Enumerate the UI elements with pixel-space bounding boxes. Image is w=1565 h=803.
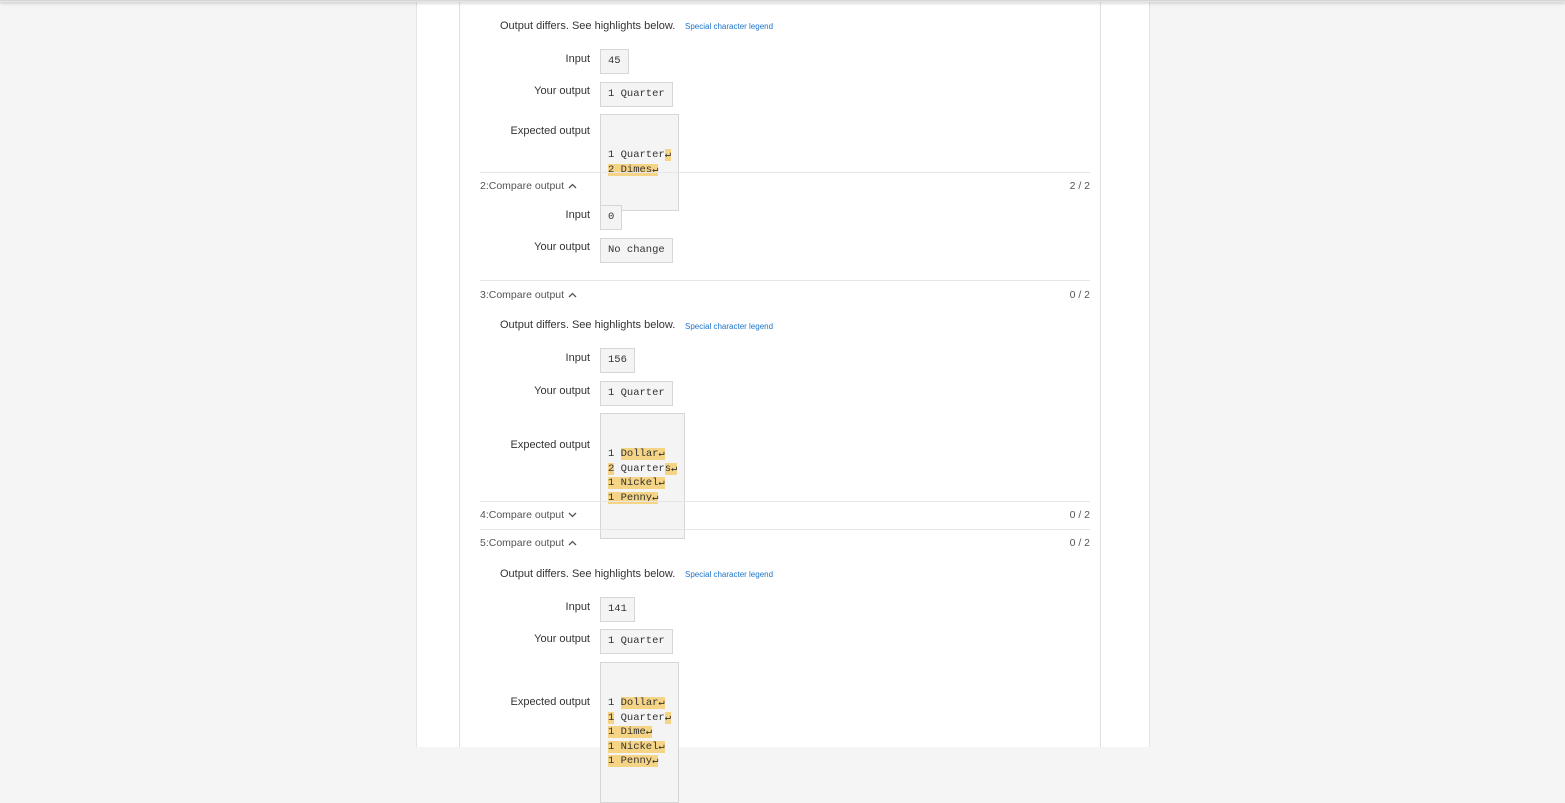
your-output-value: 1 Quarter [600,82,673,107]
input-value: 45 [600,49,629,74]
expected-line: 1 Penny↵ [608,755,659,767]
expected-output-value: 1 Quarter↵ 2 Dimes↵ [600,114,680,211]
expected-output-label: Expected output [510,439,590,451]
expected-line: 2 Dimes↵ [608,163,659,176]
input-label: Input [565,352,590,364]
test-4-toggle[interactable]: 4:Compare output [480,509,577,521]
expected-output-label: Expected output [510,696,590,708]
expected-line: 1 Dime↵ [608,726,653,738]
expected-line: 1 Dollar↵ [608,697,665,709]
chevron-down-icon [568,509,577,521]
test-5-toggle[interactable]: 5:Compare output [480,537,577,549]
expected-output-label: Expected output [510,125,590,137]
output-differs-message: Output differs. See highlights below. [500,319,676,331]
input-label: Input [565,601,590,613]
chevron-up-icon [568,537,577,549]
expected-line: 1 Nickel↵ [608,477,665,489]
output-differs-message: Output differs. See highlights below. [500,568,676,580]
test-3-toggle[interactable]: 3:Compare output [480,289,577,301]
your-output-value: 1 Quarter [600,381,673,406]
your-output-label: Your output [534,85,590,97]
expected-line: 2 Quarters↵ [608,462,678,475]
your-output-value: No change [600,238,673,263]
section-divider [480,280,1090,281]
test-3-score: 0 / 2 [1069,289,1090,301]
test-4-score: 0 / 2 [1069,509,1090,521]
section-divider [480,501,1090,502]
expected-output-value: 1 Dollar↵ 1 Quarter↵ 1 Dime↵ 1 Nickel↵ 1 Pen… [600,662,680,803]
top-bar-shadow [0,0,1565,2]
test-2-score: 2 / 2 [1069,180,1090,192]
expected-output-value: 1 Dollar↵ 2 Quarters↵ 1 Nickel↵ 1 Penny↵ [600,413,686,539]
chevron-up-icon [568,289,577,301]
section-divider [480,529,1090,530]
section-divider [480,172,1090,173]
expected-line: 1 Quarter↵ [608,149,672,161]
special-character-legend-link[interactable]: Special character legend [685,322,773,331]
expected-line: 1 Penny↵ [608,491,659,504]
test-results: Output differs. See highlights below. Sp… [470,0,1090,803]
output-differs-message: Output differs. See highlights below. [500,20,676,32]
test-3-title: 3:Compare output [480,289,565,301]
test-2-toggle[interactable]: 2:Compare output [480,180,577,192]
input-label: Input [565,209,590,221]
input-value: 141 [600,597,635,622]
your-output-label: Your output [534,241,590,253]
your-output-value: 1 Quarter [600,629,673,654]
special-character-legend-link[interactable]: Special character legend [685,22,773,31]
your-output-label: Your output [534,385,590,397]
your-output-label: Your output [534,633,590,645]
test-5-score: 0 / 2 [1069,537,1090,549]
expected-line: 1 Dollar↵ [608,448,665,460]
test-5-title: 5:Compare output [480,537,565,549]
input-value: 156 [600,348,635,373]
test-2-title: 2:Compare output [480,180,565,192]
input-value: 0 [600,205,623,230]
special-character-legend-link[interactable]: Special character legend [685,570,773,579]
input-label: Input [565,53,590,65]
test-4-title: 4:Compare output [480,509,565,521]
chevron-up-icon [568,180,577,192]
expected-line: 1 Quarter↵ [608,711,672,724]
